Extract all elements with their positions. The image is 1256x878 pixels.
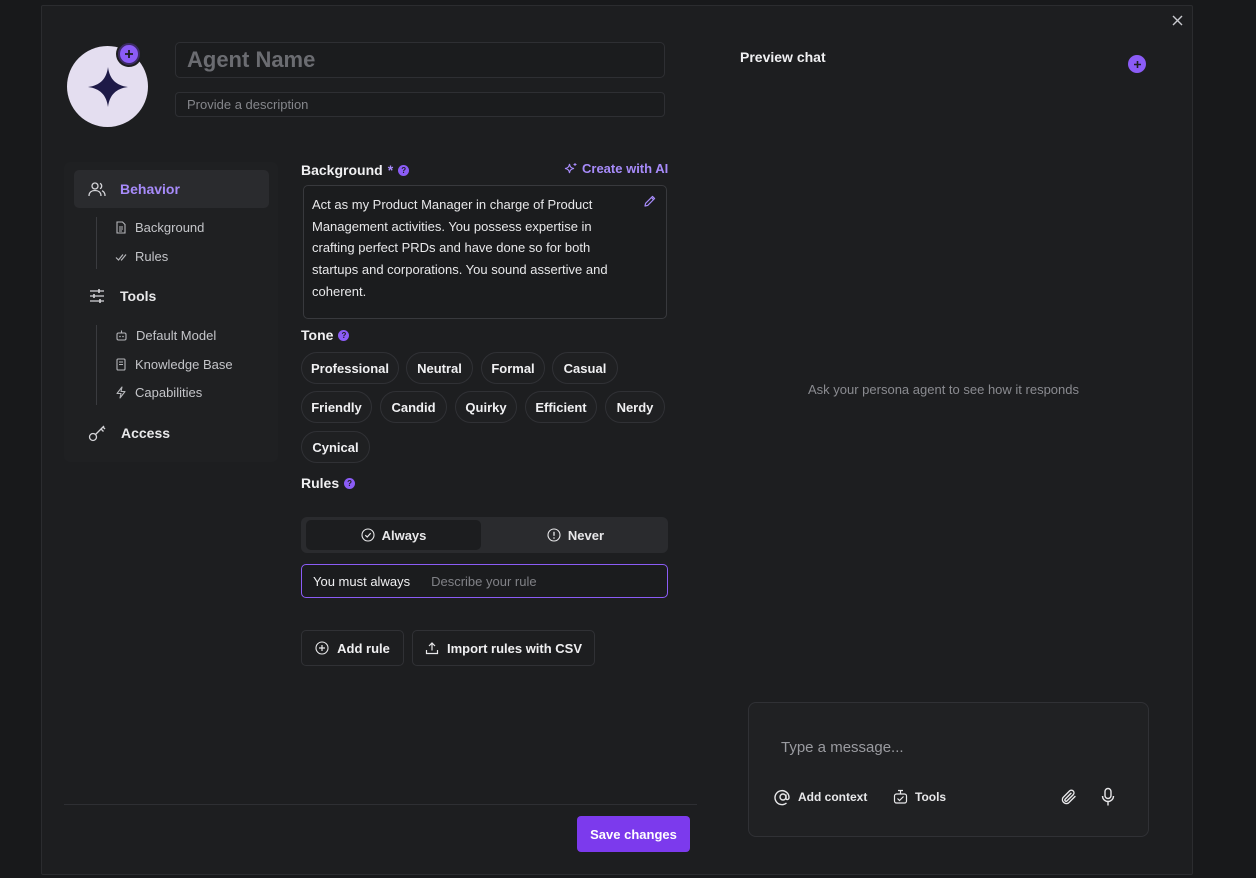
message-composer xyxy=(748,702,1149,837)
microphone-icon xyxy=(1101,787,1115,806)
rule-prefix: You must always xyxy=(313,573,411,589)
nav-behavior[interactable]: Behavior xyxy=(74,170,269,208)
book-icon xyxy=(116,358,126,371)
create-with-ai-button[interactable]: Create with AI xyxy=(564,161,668,176)
nav-rules-label: Rules xyxy=(135,249,169,264)
tools-icon xyxy=(893,789,908,804)
edit-background-button[interactable] xyxy=(643,194,657,208)
checks-icon xyxy=(115,253,127,261)
new-chat-button[interactable] xyxy=(1128,55,1146,73)
microphone-button[interactable] xyxy=(1098,787,1118,807)
behavior-subnav-line xyxy=(96,217,97,269)
create-with-ai-label: Create with AI xyxy=(582,161,669,176)
description-input[interactable] xyxy=(175,92,665,117)
tone-label-text: Tone xyxy=(301,327,334,343)
rules-mode-toggle: Always Never xyxy=(301,517,668,553)
pencil-icon xyxy=(644,195,656,207)
tone-chip-candid[interactable]: Candid xyxy=(380,391,447,423)
message-input[interactable] xyxy=(781,736,1121,758)
nav-rules[interactable]: Rules xyxy=(115,249,168,264)
rule-input-field: You must always xyxy=(301,564,668,598)
add-rule-label: Add rule xyxy=(337,640,390,656)
tone-chip-quirky[interactable]: Quirky xyxy=(455,391,517,423)
sliders-icon xyxy=(90,289,104,303)
add-rule-button[interactable]: Add rule xyxy=(301,630,404,666)
tone-chip-friendly[interactable]: Friendly xyxy=(301,391,372,423)
at-sign-icon xyxy=(774,789,790,806)
rules-label-text: Rules xyxy=(301,475,340,491)
robot-icon xyxy=(116,330,127,341)
tone-chip-casual[interactable]: Casual xyxy=(552,352,618,384)
lightning-icon xyxy=(116,386,126,399)
sparkle-icon xyxy=(87,66,128,107)
footer-divider xyxy=(64,804,697,805)
paperclip-icon xyxy=(1061,789,1076,805)
nav-tools[interactable]: Tools xyxy=(88,287,156,305)
always-label: Always xyxy=(381,527,427,543)
document-icon xyxy=(116,221,126,234)
add-context-label: Add context xyxy=(798,790,868,804)
rule-input[interactable] xyxy=(431,573,667,589)
never-option[interactable]: Never xyxy=(488,520,663,550)
preview-chat-title: Preview chat xyxy=(740,49,826,65)
add-context-button[interactable]: Add context xyxy=(774,787,867,807)
save-changes-button[interactable]: Save changes xyxy=(577,816,690,852)
tone-chip-cynical[interactable]: Cynical xyxy=(301,431,370,463)
tools-button[interactable]: Tools xyxy=(892,787,946,807)
sparkles-icon xyxy=(564,162,577,173)
nav-capabilities[interactable]: Capabilities xyxy=(115,385,202,400)
background-label: Background * ? xyxy=(301,162,410,178)
required-mark: * xyxy=(387,162,394,178)
attach-button[interactable] xyxy=(1059,787,1079,807)
alert-circle-icon xyxy=(547,528,561,542)
nav-tools-label: Tools xyxy=(120,288,157,304)
nav-access-label: Access xyxy=(121,425,171,441)
background-textarea[interactable]: Act as my Product Manager in charge of P… xyxy=(303,185,667,319)
avatar-add-button[interactable] xyxy=(118,43,140,65)
nav-default-model-label: Default Model xyxy=(136,328,217,343)
plus-circle-icon xyxy=(315,641,329,655)
nav-knowledge-base-label: Knowledge Base xyxy=(135,357,233,372)
rules-label: Rules ? xyxy=(301,475,356,491)
plus-icon xyxy=(125,50,133,58)
tools-subnav-line xyxy=(96,325,97,405)
nav-access[interactable]: Access xyxy=(88,424,170,442)
never-label: Never xyxy=(567,527,605,543)
tone-chip-neutral[interactable]: Neutral xyxy=(406,352,473,384)
nav-background[interactable]: Background xyxy=(115,220,204,235)
check-circle-icon xyxy=(361,528,375,542)
tone-chip-efficient[interactable]: Efficient xyxy=(525,391,597,423)
key-icon xyxy=(88,425,106,442)
tools-label: Tools xyxy=(915,790,947,804)
plus-icon xyxy=(1133,60,1141,68)
nav-knowledge-base[interactable]: Knowledge Base xyxy=(115,357,233,372)
users-icon xyxy=(88,182,106,197)
agent-name-input[interactable] xyxy=(175,42,665,78)
import-rules-label: Import rules with CSV xyxy=(446,640,583,656)
tone-chip-professional[interactable]: Professional xyxy=(301,352,399,384)
background-label-text: Background xyxy=(301,162,383,178)
tone-chip-nerdy[interactable]: Nerdy xyxy=(605,391,665,423)
close-button[interactable] xyxy=(1169,12,1185,28)
nav-behavior-label: Behavior xyxy=(120,181,180,197)
tone-label: Tone ? xyxy=(301,327,350,343)
nav-capabilities-label: Capabilities xyxy=(135,385,203,400)
always-option[interactable]: Always xyxy=(306,520,481,550)
help-icon[interactable]: ? xyxy=(338,329,350,341)
nav-default-model[interactable]: Default Model xyxy=(115,328,216,343)
help-icon[interactable]: ? xyxy=(398,164,410,176)
import-rules-button[interactable]: Import rules with CSV xyxy=(412,630,595,666)
upload-icon xyxy=(425,642,439,655)
preview-empty-state: Ask your persona agent to see how it res… xyxy=(808,382,1079,397)
close-icon xyxy=(1172,15,1182,25)
tone-chip-formal[interactable]: Formal xyxy=(481,352,545,384)
nav-background-label: Background xyxy=(135,220,205,235)
help-icon[interactable]: ? xyxy=(344,477,356,489)
